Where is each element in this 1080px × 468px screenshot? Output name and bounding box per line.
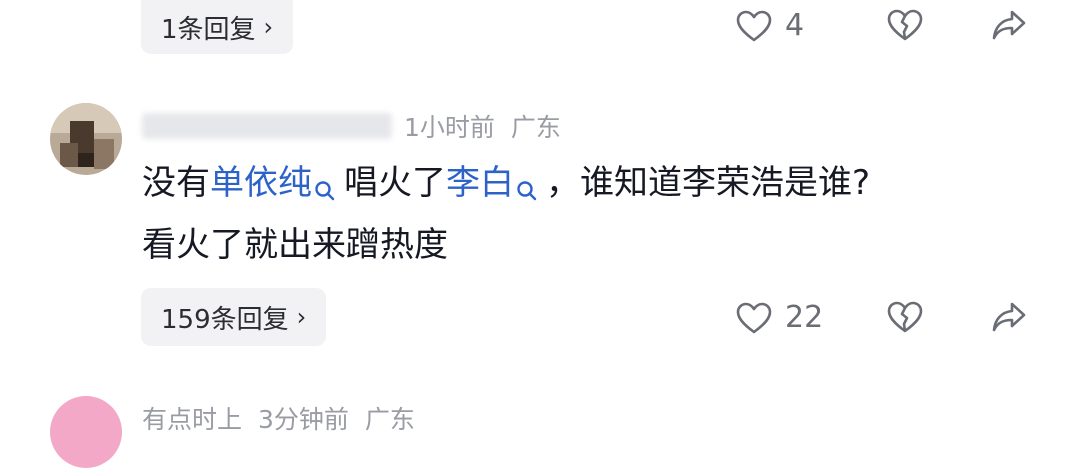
share-button[interactable] [990, 8, 1028, 42]
comment-meta: 有点时上 3分钟前 广东 [142, 400, 415, 436]
like-button[interactable]: 22 [735, 300, 823, 335]
comment-location: 广东 [510, 113, 561, 142]
comment-time: 1小时前 [404, 113, 495, 142]
username[interactable]: 有点时上 [142, 400, 242, 436]
search-icon[interactable] [516, 164, 538, 218]
avatar[interactable] [50, 103, 122, 175]
username[interactable]: … [142, 113, 392, 142]
avatar[interactable] [50, 396, 122, 468]
heart-outline-icon [736, 302, 772, 333]
dislike-button[interactable] [886, 8, 924, 42]
search-icon[interactable] [314, 164, 336, 218]
chevron-right-icon: › [263, 13, 274, 41]
comment-line-2: 看火了就出来蹭热度 [142, 225, 448, 265]
heart-outline-icon [736, 10, 772, 41]
broken-heart-icon [887, 9, 923, 41]
dislike-button[interactable] [886, 300, 924, 334]
search-link-1[interactable]: 单依纯 [210, 163, 312, 203]
reply-count-label: 159条回复 [161, 304, 289, 335]
share-arrow-icon [992, 302, 1026, 332]
like-count: 4 [785, 8, 805, 43]
broken-heart-icon [887, 301, 923, 333]
reply-count-button[interactable]: 1条回复 › [141, 0, 294, 54]
chevron-right-icon: › [296, 303, 307, 331]
comment-body: 没有单依纯 唱火了李白 ，谁知道李荣浩是谁? 看火了就出来蹭热度 [142, 156, 1042, 272]
like-button[interactable]: 4 [735, 8, 804, 43]
share-arrow-icon [992, 10, 1026, 40]
search-link-2[interactable]: 李白 [446, 163, 514, 203]
comment-time: 3分钟前 [258, 405, 349, 434]
like-count: 22 [785, 300, 824, 335]
reply-count-label: 1条回复 [161, 14, 256, 45]
share-button[interactable] [990, 300, 1028, 334]
comment-meta: … 1小时前 广东 [142, 108, 561, 144]
comment-line-1: 没有单依纯 唱火了李白 ，谁知道李荣浩是谁? [142, 156, 1042, 218]
comment-location: 广东 [364, 405, 415, 434]
reply-count-button[interactable]: 159条回复 › [141, 288, 327, 346]
